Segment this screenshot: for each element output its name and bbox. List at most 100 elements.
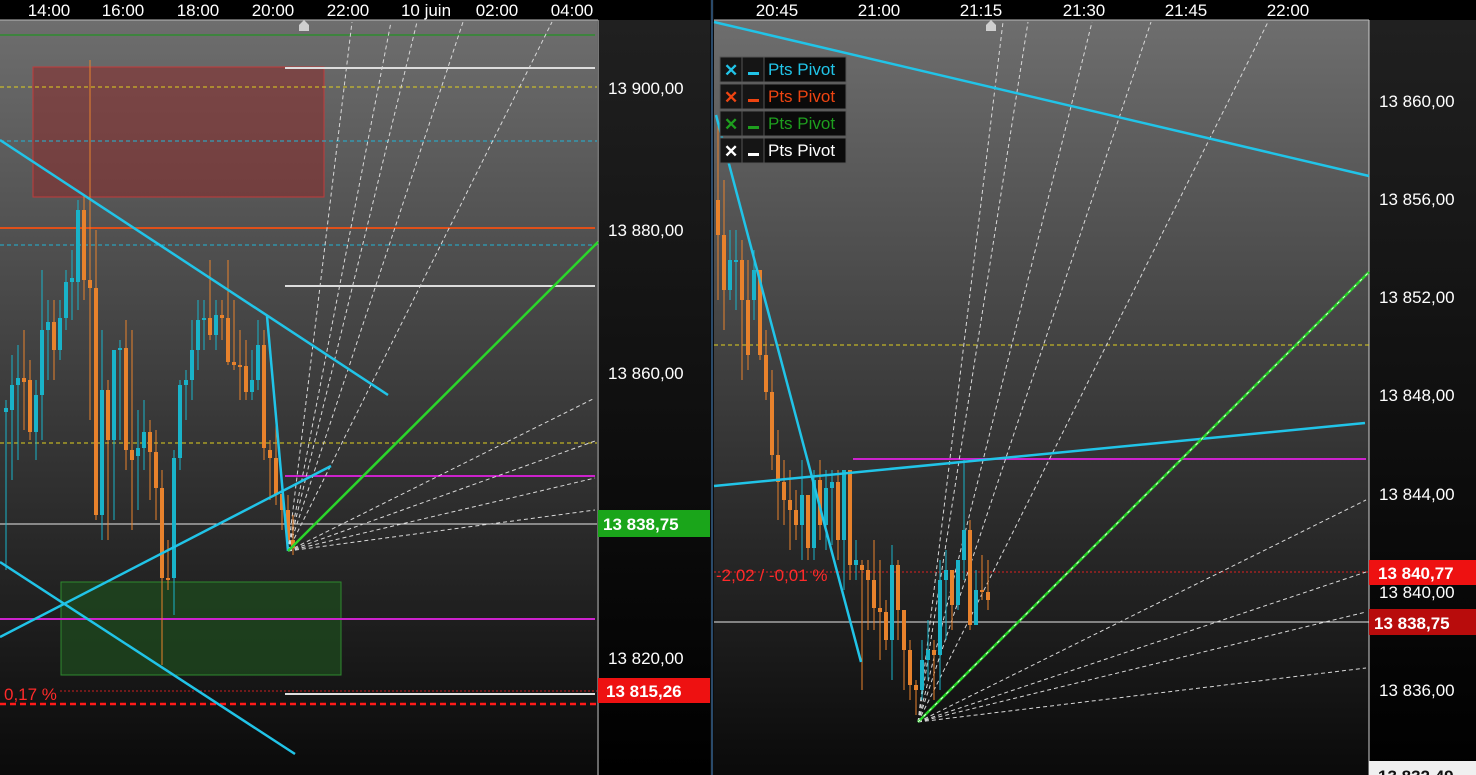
candle [76,210,80,282]
left-chart-panel[interactable]: 14:00 16:00 18:00 20:00 22:00 10 juin 02… [0,0,710,775]
candle [902,610,906,650]
candle [926,650,930,660]
candle [764,355,768,392]
candle [118,348,122,350]
left-time-label: 16:00 [102,1,145,20]
legend-label: Pts Pivot [768,114,835,133]
candle [112,350,116,440]
candle [938,580,942,655]
candle [136,448,140,456]
right-time-label: 20:45 [756,1,799,20]
candle [740,260,744,300]
candle [10,385,14,410]
candle [22,378,26,382]
candle [866,570,870,580]
right-price-label: 13 836,00 [1379,681,1455,700]
candle [214,315,218,335]
legend-label: Pts Pivot [768,141,835,160]
candle [160,488,164,578]
candle [58,318,62,350]
legend-label: Pts Pivot [768,87,835,106]
candle [986,592,990,600]
right-price-label: 13 848,00 [1379,386,1455,405]
left-time-label: 02:00 [476,1,519,20]
left-last-price-tag: 13 838,75 [603,515,679,534]
right-time-label: 21:00 [858,1,901,20]
candle [794,510,798,525]
candle [88,280,92,288]
candle [16,378,20,385]
candle [830,482,834,488]
candle [208,318,212,335]
candle [782,482,786,500]
candle [944,570,948,580]
candle [956,560,960,605]
candle [806,495,810,548]
close-icon[interactable]: ✕ [724,61,738,80]
right-time-label: 21:15 [960,1,1003,20]
candle [920,660,924,690]
candle [244,366,248,392]
candle [974,590,978,625]
candle [154,452,158,488]
left-percent-label: 0,17 % [4,685,57,704]
right-change-label: -2,02 / -0,01 % [716,566,828,585]
legend-item[interactable]: ✕ Pts Pivot [719,137,847,164]
right-time-label: 22:00 [1267,1,1310,20]
candle [878,608,882,612]
candle [842,470,846,540]
candle [932,650,936,655]
right-price-label: 13 856,00 [1379,190,1455,209]
legend-item[interactable]: ✕ Pts Pivot [719,83,847,110]
left-time-label: 10 juin [401,1,451,20]
line-style-icon [748,99,759,102]
left-price-label: 13 860,00 [608,364,684,383]
candle [896,565,900,610]
candle [746,300,750,355]
candle [884,612,888,640]
close-icon[interactable]: ✕ [724,115,738,134]
legend-item[interactable]: ✕ Pts Pivot [719,110,847,137]
candle [824,488,828,525]
candle [968,530,972,625]
candle [190,350,194,380]
candle [232,362,236,365]
line-style-icon [748,126,759,129]
left-time-label: 20:00 [252,1,295,20]
candle [148,432,152,452]
legend-item[interactable]: ✕ Pts Pivot [719,56,847,83]
candle [196,320,200,350]
right-time-label: 21:45 [1165,1,1208,20]
candle [124,348,128,450]
candle [734,260,738,262]
candle [238,365,242,367]
close-icon[interactable]: ✕ [724,142,738,161]
candle [220,315,224,318]
right-last-price-tag: 13 838,75 [1374,614,1450,633]
candle [836,482,840,540]
right-chart-panel[interactable]: ✕ Pts Pivot ✕ Pts Pivot ✕ Pts Pivot ✕ Pt… [713,0,1476,775]
left-price-label: 13 880,00 [608,221,684,240]
right-price-label: 13 860,00 [1379,92,1455,111]
candle [950,570,954,605]
candle [728,260,732,290]
candle [28,380,32,432]
legend-label: Pts Pivot [768,60,835,79]
candle [130,450,134,460]
close-icon[interactable]: ✕ [724,88,738,107]
candle [908,650,912,685]
candle [788,500,792,510]
candle [752,270,756,300]
candle [64,282,68,318]
right-price-label: 13 852,00 [1379,288,1455,307]
left-price-label: 13 900,00 [608,79,684,98]
candle [256,345,260,380]
candle [848,470,852,565]
candle [776,455,780,482]
candle [142,432,146,448]
right-red-price-tag: 13 840,77 [1378,564,1454,583]
candle [178,385,182,458]
right-price-label: 13 844,00 [1379,485,1455,504]
line-style-icon [748,153,759,156]
trading-charts: 14:00 16:00 18:00 20:00 22:00 10 juin 02… [0,0,1476,775]
